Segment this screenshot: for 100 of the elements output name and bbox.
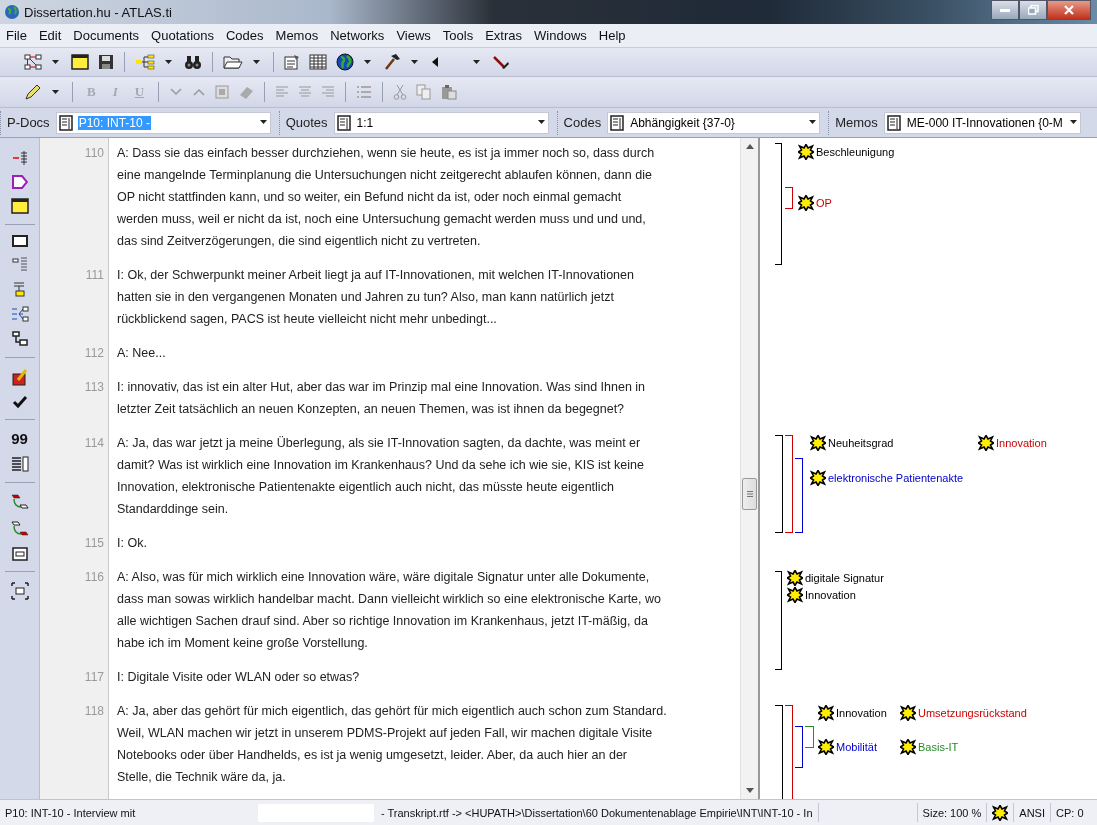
code-icon [787,570,803,586]
selection-icon[interactable] [10,582,29,600]
menu-item[interactable]: Views [390,28,437,43]
code-bracket[interactable] [775,571,782,670]
code-label[interactable]: Neuheitsgrad [828,437,894,449]
folder-icon[interactable] [223,54,243,70]
paragraph: A: Ja, das war jetzt ja meine Überlegung, als sie IT-Innovation sagten, da dachte, was meint er damit? Was ist wirklich eine Innovation im Krankenhaus? Und da sehe ich wie sie, KIS ist keine Innovation, elektronische Patientenakte eigentlich auch nicht, das müsste heute eigentlich Standarddinge sein. [117,435,644,518]
pen-icon[interactable] [24,83,42,101]
code-icon [798,144,814,160]
menu-item[interactable]: Extras [479,28,529,43]
selector-dropdown[interactable]: 1:1 [333,111,549,134]
menu-item[interactable]: Windows [528,28,593,43]
code-label[interactable]: Innovation [996,437,1047,449]
code-label[interactable]: Beschleunigung [816,146,895,158]
dropdown-caret-icon[interactable] [1069,120,1077,125]
code-bracket[interactable] [775,435,783,533]
code-label[interactable]: Innovation [805,589,856,601]
line-number: 116 [83,569,105,586]
menu-item[interactable]: Tools [436,28,480,43]
status-document: P10: INT-10 - Interview mit [4,805,137,821]
dropdown-caret-icon[interactable] [364,59,371,65]
restore-icon [1027,5,1039,15]
code-icon [787,587,803,603]
dropdown-caret-icon[interactable] [809,120,817,125]
quote-count-button[interactable]: 99 [11,430,28,447]
selector-label: Codes [563,115,602,130]
code-label[interactable]: OP [816,197,832,209]
list-icon[interactable] [336,114,351,131]
memo-icon[interactable] [10,368,29,386]
dropdown-caret-icon[interactable] [52,89,59,95]
link-icon[interactable] [11,331,28,347]
line-number: 115 [83,535,105,552]
menu-item[interactable]: Memos [269,28,325,43]
restore-button[interactable] [1019,0,1047,20]
code-icon [810,470,826,486]
save-icon[interactable] [98,54,114,70]
rectangle-icon[interactable] [11,235,28,247]
window-icon[interactable] [71,54,89,70]
link-icon[interactable] [10,520,29,538]
list-icon[interactable] [886,114,901,131]
status-size: Size: 100 % [916,803,988,822]
code-label[interactable]: Umsetzungsrückstand [918,707,1027,719]
menu-item[interactable]: Edit [32,28,68,43]
code-bracket[interactable] [795,726,803,768]
dropdown-caret-icon[interactable] [52,59,59,65]
paragraph: I: Digitale Visite oder WLAN oder so etwas? [117,669,360,686]
checkmark-icon[interactable] [11,395,28,409]
line-number: 113 [83,379,105,396]
paragraph: A: Ja, aber das gehört für mich eigentlich, das gehört für mich eigentlich auch schon zum Standard. Weil, WLAN machen wir jetzt in unserem PDMS-Projekt auf jeden Fall, wir machen digitale Visite Notebooks oder über Handhelds, es ist ja wenig umgesetzt, leider. Aber, da auch hier an der Stelle, die Technik wäre da, ja. [117,703,667,786]
selector-label: Memos [835,115,878,130]
code-label[interactable]: Mobilität [836,741,877,753]
dropdown-caret-icon[interactable] [165,59,172,65]
menu-item[interactable]: Networks [324,28,391,43]
selector-dropdown[interactable]: ME-000 IT-Innovationen {0-M [883,111,1081,134]
dropdown-caret-icon[interactable] [253,59,260,65]
link-icon[interactable] [10,493,29,511]
scroll-down-icon[interactable] [745,788,754,793]
network-icon[interactable] [10,306,29,322]
document-icon[interactable] [10,456,29,472]
menu-item[interactable]: Quotations [145,28,220,43]
tree-icon[interactable] [135,54,155,70]
menu-item[interactable]: Documents [67,28,146,43]
insert-icon[interactable] [11,150,28,166]
code-bracket[interactable] [795,458,803,533]
menu-item[interactable]: Help [592,28,632,43]
list-icon[interactable] [58,114,73,131]
frame-icon[interactable] [11,547,28,561]
scrollbar-thumb[interactable] [742,478,757,510]
menu-item[interactable]: File [0,28,33,43]
close-button[interactable] [1047,0,1091,20]
dropdown-caret-icon[interactable] [473,59,480,65]
paste-icon[interactable] [441,84,458,100]
list-icon[interactable] [610,114,625,131]
dropdown-caret-icon[interactable] [411,59,418,65]
table-icon[interactable] [309,54,327,70]
dropdown-caret-icon[interactable] [537,120,545,125]
code-label[interactable]: Innovation [836,707,887,719]
tag-icon[interactable] [11,175,28,189]
window-icon[interactable] [10,198,29,214]
properties-icon[interactable] [284,54,300,70]
search-icon[interactable] [184,54,202,70]
dropdown-caret-icon[interactable] [259,120,267,125]
selector-dropdown[interactable]: Abhängigkeit {37-0} [607,111,821,134]
code-bracket[interactable] [775,143,782,265]
code-label[interactable]: digitale Signatur [805,572,884,584]
back-arrow-icon[interactable] [430,54,440,70]
hammer-icon[interactable] [383,53,401,71]
menu-item[interactable]: Codes [220,28,270,43]
minimize-button[interactable] [991,0,1019,20]
code-label[interactable]: Basis-IT [918,741,959,753]
close-icon [1064,5,1074,15]
scroll-up-icon[interactable] [745,144,754,149]
paragraph: I: Ok. [117,535,147,552]
code-label[interactable]: elektronische Patientenakte [828,472,964,484]
hammer-icon[interactable] [492,53,510,71]
tree-icon[interactable] [11,281,28,297]
paragraph: A: Nee... [117,345,166,362]
paragraph: A: Dass sie das einfach besser durchziehen, wenn sie heute, es ist ja immer noch so, dass durch eine mangelnde Terminplanung die Untersuchungen nicht zeitgerecht ablaufen können, dann die OP nicht stattfinden kann, und so weiter, ein Befund nicht da ist, oder noch einmal gemacht werden muss, weil er nicht da ist, noch eine Untersuchung gemacht werden muss und und und, das sind Zeitverzögerungen, die sind eigentlich nicht zu vertreten. [117,145,655,250]
globe-icon[interactable] [336,53,354,71]
network-icon[interactable] [24,54,42,70]
